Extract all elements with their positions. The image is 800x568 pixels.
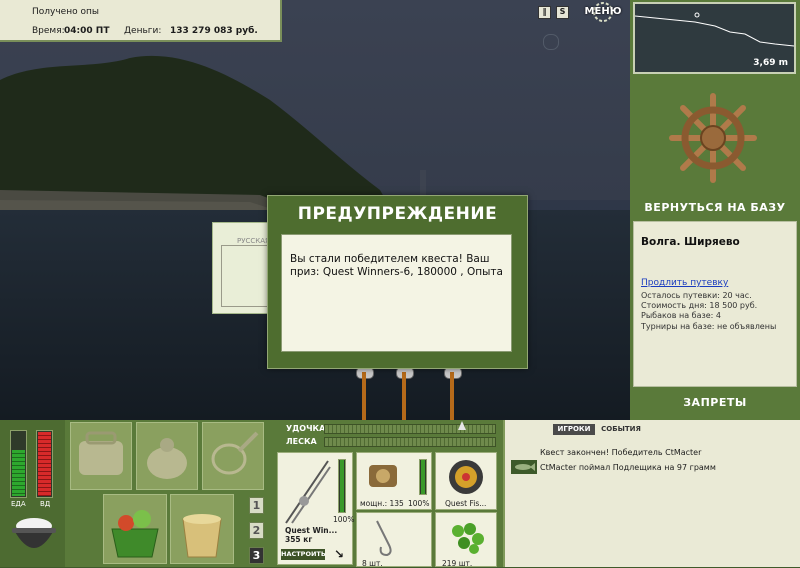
- bans-button[interactable]: ЗАПРЕТЫ: [633, 396, 797, 409]
- dialog-title: ПРЕДУПРЕЖДЕНИЕ: [297, 204, 498, 224]
- tab-events[interactable]: СОБЫТИЯ: [599, 424, 643, 435]
- logo-watermark-icon: [543, 34, 559, 50]
- fishing-line-slot[interactable]: Quest Fis...: [435, 452, 497, 510]
- sack-icon: [147, 438, 187, 479]
- cauldron-icon[interactable]: [8, 512, 60, 562]
- dialog-message: Вы стали победителем квеста! Ваш приз: Q…: [281, 234, 512, 352]
- rod-icon: [285, 460, 331, 524]
- permit-remaining: Осталось путевки: 20 час.: [641, 291, 752, 300]
- money-value: 133 279 083 руб.: [170, 26, 258, 36]
- reel-power: мощн.: 135: [360, 499, 404, 508]
- rod-weight: 355 кг: [285, 535, 313, 544]
- depth-chart: 3,69 m: [633, 2, 796, 74]
- reel-icon: [369, 465, 397, 487]
- arrow-down-right-icon[interactable]: ↘: [334, 547, 344, 561]
- inventory-page-1-button[interactable]: 1: [249, 497, 264, 514]
- ship-wheel-icon[interactable]: [668, 92, 758, 184]
- hook-slot[interactable]: 8 шт.: [356, 512, 432, 568]
- reel-slot[interactable]: мощн.: 135 100%: [356, 452, 432, 510]
- return-to-base-button[interactable]: ВЕРНУТЬСЯ НА БАЗУ: [633, 201, 797, 214]
- rod-label: УДОЧКА: [286, 424, 326, 433]
- rod-tension-bar: [324, 424, 496, 434]
- food-label: ЕДА: [11, 500, 26, 508]
- bucket-icon: [182, 514, 222, 558]
- health-label: ВД: [40, 500, 51, 508]
- money-label: Деньги:: [124, 26, 162, 36]
- background-panel: РУССКАЯ: [212, 222, 274, 314]
- line-spool-icon: [449, 460, 483, 494]
- rod-2[interactable]: [402, 372, 406, 420]
- rod-condition-bar: [338, 459, 346, 513]
- health-meter: [36, 430, 53, 498]
- rod-name: Quest Win...: [285, 526, 338, 535]
- reel-percent: 100%: [408, 499, 430, 508]
- time-value: 04:00 ПТ: [64, 26, 110, 36]
- sound-button[interactable]: S: [556, 6, 569, 19]
- events-panel: ИГРОКИ СОБЫТИЯ Квест закончен! Победител…: [503, 420, 800, 567]
- food-meter: [10, 430, 27, 498]
- inventory-slot-net[interactable]: [202, 422, 264, 490]
- base-info-box: Волга. Ширяево Продлить путевку Осталось…: [633, 221, 797, 387]
- time-label: Время:: [32, 26, 65, 36]
- tab-players[interactable]: ИГРОКИ: [553, 424, 595, 435]
- location-name: Волга. Ширяево: [641, 236, 740, 248]
- warning-dialog: ПРЕДУПРЕЖДЕНИЕ Вы стали победителем квес…: [267, 195, 528, 369]
- background-panel-frame: [221, 245, 273, 307]
- reel-condition-bar: [419, 459, 427, 495]
- inventory-slot-bag[interactable]: [70, 422, 132, 490]
- status-message: Получено опы: [32, 7, 99, 17]
- fishers-count: Рыбаков на базе: 4: [641, 311, 721, 320]
- day-cost: Стоимость дня: 18 500 руб.: [641, 301, 758, 310]
- landing-net-icon: [211, 431, 259, 475]
- rod-1[interactable]: [362, 372, 366, 420]
- food-basket-icon: [111, 510, 159, 558]
- needs-panel: ЕДА ВД: [0, 420, 65, 567]
- event-item: CtMacter поймал Подлещика на 97 грамм: [540, 463, 716, 472]
- rod-slot[interactable]: 100% Quest Win... 355 кг НАСТРОИТЬ ↘: [277, 452, 355, 565]
- status-panel: Получено опы Время: 04:00 ПТ Деньги: 133…: [0, 0, 282, 42]
- event-item: Квест закончен! Победитель CtMacter: [540, 448, 702, 457]
- line-name: Quest Fis...: [445, 499, 487, 508]
- line-tension-bar: [324, 437, 496, 447]
- fish-icon: [515, 463, 535, 471]
- rod-3[interactable]: [450, 372, 454, 420]
- inventory-slot-bucket[interactable]: [170, 494, 234, 564]
- menu-button[interactable]: МЕНЮ: [583, 2, 623, 22]
- tournaments-info: Турниры на базе: не объявлены: [641, 322, 777, 331]
- inventory-slot-food-basket[interactable]: [103, 494, 167, 564]
- inventory-slot-sack[interactable]: [136, 422, 198, 490]
- tension-marker-icon: [458, 421, 466, 430]
- pause-button[interactable]: ‖: [538, 6, 551, 19]
- tackle-bag-icon: [79, 431, 123, 475]
- line-label: ЛЕСКА: [286, 437, 317, 446]
- hook-icon: [376, 520, 392, 557]
- extend-permit-link[interactable]: Продлить путевку: [641, 278, 728, 288]
- peas-bait-icon: [452, 523, 484, 554]
- depth-value: 3,69 m: [753, 58, 788, 68]
- inventory-page-3-button[interactable]: 3: [249, 547, 264, 564]
- bait-slot[interactable]: 219 шт.: [435, 512, 497, 568]
- background-panel-label: РУССКАЯ: [237, 237, 270, 245]
- menu-label: МЕНЮ: [584, 6, 622, 17]
- rod-percent: 100%: [333, 515, 355, 524]
- inventory-page-2-button[interactable]: 2: [249, 522, 264, 539]
- setup-button[interactable]: НАСТРОИТЬ: [281, 549, 326, 560]
- fish-thumbnail: [511, 460, 537, 474]
